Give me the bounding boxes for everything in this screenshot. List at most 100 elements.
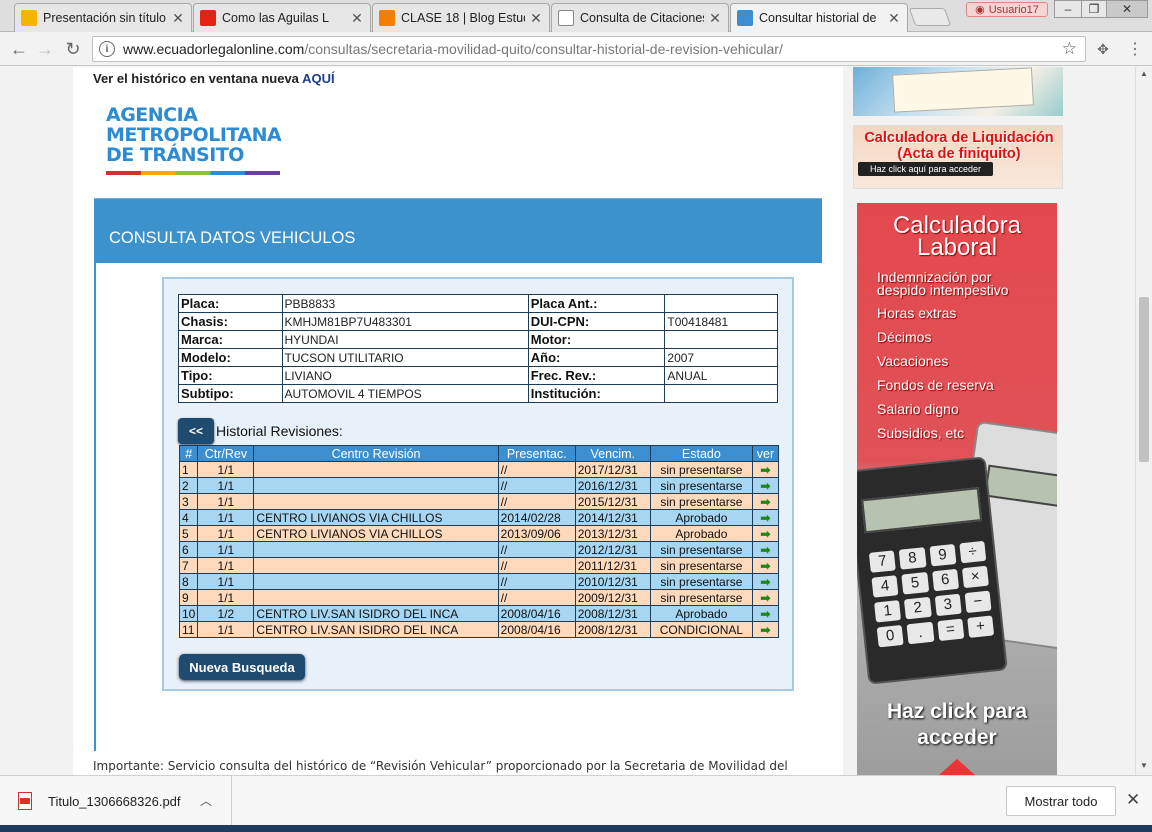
view-arrow-icon[interactable]: ➡	[751, 525, 780, 542]
forward-arrow-icon[interactable]: →	[34, 38, 56, 60]
tab-youtube[interactable]: Como las Aguilas L ✕	[193, 3, 371, 32]
close-icon[interactable]: ✕	[708, 10, 722, 27]
history-cell: //	[497, 541, 576, 558]
id-card-ad-banner[interactable]	[853, 67, 1063, 116]
view-arrow-icon[interactable]: ➡	[751, 589, 780, 606]
anio-label: Año:	[527, 348, 666, 367]
calculator-image: 7 8 9 ÷ 4 5 6 × 1 2 3− 0. = +	[857, 456, 1008, 685]
view-arrow-icon[interactable]: ➡	[751, 477, 780, 494]
history-cell: sin presentarse	[649, 589, 753, 606]
new-tab-button[interactable]	[908, 8, 952, 26]
pdf-file-icon	[18, 792, 32, 810]
history-header-row: # Ctr/Rev Centro Revisión Presentac. Vencim.…	[178, 445, 780, 462]
view-arrow-icon[interactable]: ➡	[751, 461, 780, 478]
calculator-screen	[861, 487, 983, 534]
history-cell: sin presentarse	[649, 477, 753, 494]
scroll-thumb[interactable]	[1139, 297, 1149, 462]
footnote-text: Importante: Servicio consulta del histór…	[93, 759, 788, 773]
chasis-label: Chasis:	[178, 312, 283, 331]
history-cell: 1/1	[197, 541, 255, 558]
history-cell	[253, 477, 499, 494]
history-cell	[253, 589, 499, 606]
user-profile-badge[interactable]: ◉ Usuario17	[966, 2, 1048, 17]
history-cell: 1/1	[197, 461, 255, 478]
institucion-label: Institución:	[527, 384, 666, 403]
history-cell: 1/1	[197, 493, 255, 510]
history-cell: 1/1	[197, 573, 255, 590]
history-cell: 1	[178, 461, 199, 478]
show-all-button[interactable]: Mostrar todo	[1006, 786, 1116, 816]
table-row: Chasis: KMHJM81BP7U483301 DUI-CPN: T0041…	[178, 312, 778, 331]
close-icon[interactable]: ✕	[350, 10, 364, 27]
scroll-up-icon[interactable]: ▲	[1140, 69, 1148, 78]
ad-title: Calculadora Laboral	[892, 212, 1022, 261]
labor-calculator-ad[interactable]: Calculadora Laboral Indemnización por de…	[857, 203, 1057, 775]
history-cell: 2013/12/31	[574, 525, 651, 542]
view-arrow-icon[interactable]: ➡	[751, 493, 780, 510]
history-cell: CENTRO LIVIANOS VIA CHILLOS	[253, 525, 499, 542]
vertical-scrollbar[interactable]: ▲ ▼	[1135, 67, 1152, 775]
history-cell: //	[497, 477, 576, 494]
chasis-value: KMHJM81BP7U483301	[281, 312, 529, 331]
ad-item: Fondos de reserva	[877, 377, 994, 393]
table-row: 1 1/1 //2017/12/31 sin presentarse ➡	[178, 461, 780, 478]
back-button[interactable]: <<	[178, 418, 214, 444]
history-link-anchor[interactable]: AQUÍ	[302, 71, 335, 86]
history-cell: 2	[178, 477, 199, 494]
back-arrow-icon[interactable]: ←	[8, 38, 30, 60]
view-arrow-icon[interactable]: ➡	[751, 557, 780, 574]
table-row: 5 1/1 CENTRO LIVIANOS VIA CHILLOS 2013/09/0…	[178, 525, 780, 542]
results-box: Placa: PBB8833 Placa Ant.: Chasis: KMHJM…	[162, 277, 794, 691]
motor-value	[664, 330, 778, 349]
tab-label: Consultar historial de	[759, 11, 877, 25]
os-taskbar	[0, 825, 1152, 832]
reload-icon[interactable]: ↻	[62, 38, 84, 60]
scroll-down-icon[interactable]: ▼	[1140, 761, 1148, 770]
info-icon[interactable]: i	[99, 41, 115, 57]
address-bar[interactable]: i www.ecuadorlegalonline.com/consultas/s…	[92, 36, 1086, 62]
table-row: 3 1/1 //2015/12/31 sin presentarse ➡	[178, 493, 780, 510]
history-cell: 2016/12/31	[574, 477, 651, 494]
ad-item: Indemnización por despido intempestivo	[877, 269, 1009, 298]
tab-blog[interactable]: CLASE 18 | Blog Estud ✕	[372, 3, 550, 32]
download-filename: Titulo_1306668326.pdf	[48, 793, 181, 809]
menu-dots-icon[interactable]: ⋮	[1124, 38, 1146, 60]
history-header-cell: Centro Revisión	[253, 445, 499, 462]
blogger-icon	[379, 10, 395, 26]
extension-icon[interactable]: ✥	[1092, 38, 1114, 60]
history-cell: CONDICIONAL	[649, 621, 753, 638]
close-window-button[interactable]: ✕	[1106, 0, 1148, 18]
tab-historial[interactable]: Consultar historial de ✕	[730, 3, 908, 32]
view-arrow-icon[interactable]: ➡	[751, 541, 780, 558]
panel-body: Placa: PBB8833 Placa Ant.: Chasis: KMHJM…	[94, 263, 822, 751]
view-arrow-icon[interactable]: ➡	[751, 605, 780, 622]
vehicle-data-table: Placa: PBB8833 Placa Ant.: Chasis: KMHJM…	[178, 294, 778, 403]
close-icon[interactable]: ✕	[887, 10, 901, 27]
table-row: Placa: PBB8833 Placa Ant.:	[178, 294, 778, 313]
table-row: Modelo: TUCSON UTILITARIO Año: 2007	[178, 348, 778, 367]
restore-button[interactable]: ❐	[1081, 0, 1107, 18]
tab-label: Como las Aguilas L	[222, 11, 330, 25]
chevron-up-icon[interactable]: ︿	[200, 792, 212, 809]
view-arrow-icon[interactable]: ➡	[751, 509, 780, 526]
new-search-button[interactable]: Nueva Busqueda	[179, 654, 305, 680]
bookmark-star-icon[interactable]: ☆	[1062, 39, 1077, 59]
liquidation-calculator-ad[interactable]: Calculadora de Liquidación (Acta de fini…	[853, 125, 1063, 189]
minimize-button[interactable]: ‒	[1054, 0, 1082, 18]
ad-cta: Haz click aquí para acceder	[858, 162, 993, 176]
ad-item: Décimos	[877, 329, 932, 345]
tab-citaciones[interactable]: Consulta de Citaciones ✕	[551, 3, 729, 32]
history-cell: CENTRO LIVIANOS VIA CHILLOS	[253, 509, 499, 526]
history-cell: 8	[178, 573, 199, 590]
table-row: 11 1/1 CENTRO LIV.SAN ISIDRO DEL INCA 2008/…	[178, 621, 780, 638]
view-arrow-icon[interactable]: ➡	[751, 573, 780, 590]
slides-icon	[21, 10, 37, 26]
tipo-value: LIVIANO	[281, 366, 529, 385]
close-icon[interactable]: ✕	[1126, 790, 1140, 810]
view-arrow-icon[interactable]: ➡	[751, 621, 780, 638]
history-cell: sin presentarse	[649, 557, 753, 574]
tab-presentacion[interactable]: Presentación sin título ✕	[14, 3, 192, 32]
close-icon[interactable]: ✕	[529, 10, 543, 27]
close-icon[interactable]: ✕	[171, 10, 185, 27]
download-item[interactable]: Titulo_1306668326.pdf ︿	[0, 776, 232, 826]
